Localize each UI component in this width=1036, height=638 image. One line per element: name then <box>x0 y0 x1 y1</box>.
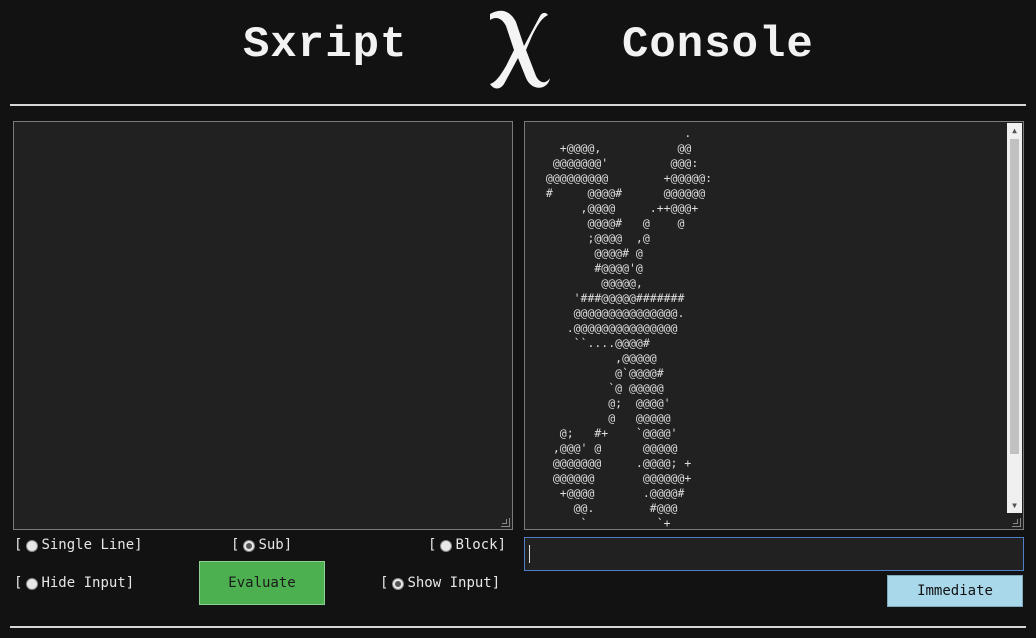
scroll-thumb[interactable] <box>1010 139 1019 454</box>
ascii-art-output: . +@@@@, @@ @@@@@@@' @@@: @@@@@@@@@ +@@@… <box>545 126 713 530</box>
evaluate-button[interactable]: Evaluate <box>199 561 325 605</box>
option-show-input[interactable]: [ Show Input ] <box>380 575 500 591</box>
scroll-down-arrow-icon[interactable]: ▼ <box>1007 498 1022 513</box>
code-input-textarea[interactable] <box>13 121 513 530</box>
radio-single-line[interactable] <box>26 540 39 552</box>
title-right: Console <box>622 20 814 70</box>
immediate-input[interactable] <box>524 537 1024 571</box>
bottom-divider <box>10 626 1026 628</box>
resize-handle-icon[interactable] <box>1012 518 1021 527</box>
output-scrollbar[interactable]: ▲ ▼ <box>1007 123 1022 513</box>
radio-hide-input[interactable] <box>26 578 39 590</box>
radio-block[interactable] <box>440 540 453 552</box>
title-left: Sxript <box>243 20 408 70</box>
option-sub[interactable]: [ Sub ] <box>231 537 292 553</box>
output-textarea[interactable]: . +@@@@, @@ @@@@@@@' @@@: @@@@@@@@@ +@@@… <box>524 121 1024 530</box>
radio-sub[interactable] <box>243 540 256 552</box>
resize-handle-icon[interactable] <box>501 518 510 527</box>
top-divider <box>10 104 1026 106</box>
option-block[interactable]: [ Block ] <box>428 537 506 553</box>
option-hide-input[interactable]: [ Hide Input ] <box>14 575 134 591</box>
text-caret <box>529 545 530 563</box>
immediate-button[interactable]: Immediate <box>887 575 1023 607</box>
radio-show-input[interactable] <box>392 578 405 590</box>
fraktur-x-logo-icon <box>490 10 550 89</box>
scroll-up-arrow-icon[interactable]: ▲ <box>1007 123 1022 138</box>
option-single-line[interactable]: [ Single Line ] <box>14 537 143 553</box>
